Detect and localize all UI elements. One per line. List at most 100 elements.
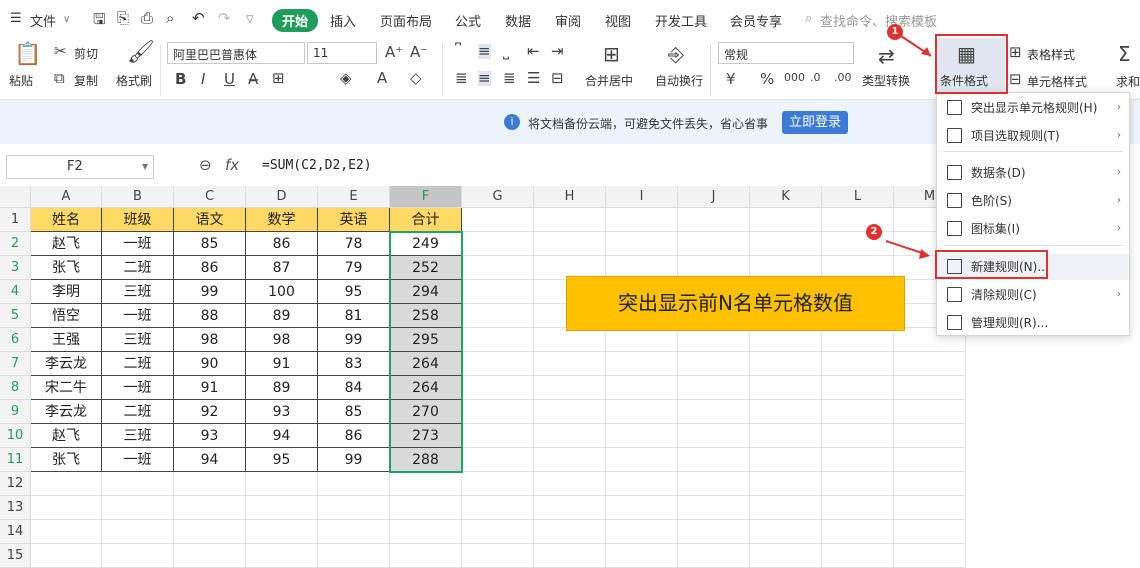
- empty-cell[interactable]: [750, 400, 822, 424]
- table-cell[interactable]: 赵飞: [31, 232, 102, 256]
- currency-icon[interactable]: ¥: [726, 72, 736, 87]
- underline-icon[interactable]: U: [224, 72, 235, 87]
- clear-icon[interactable]: ◇: [410, 71, 422, 86]
- empty-cell[interactable]: [534, 400, 606, 424]
- empty-cell[interactable]: [750, 424, 822, 448]
- row-header[interactable]: 6: [0, 328, 31, 352]
- menu-item-clear-rules[interactable]: 清除规则(C) ›: [937, 282, 1129, 308]
- tab-developer[interactable]: 开发工具: [655, 11, 707, 30]
- paste-button[interactable]: 粘贴: [9, 72, 33, 89]
- empty-cell[interactable]: [750, 496, 822, 520]
- table-cell[interactable]: 91: [246, 352, 318, 376]
- empty-cell[interactable]: [678, 472, 750, 496]
- table-cell[interactable]: 89: [246, 304, 318, 328]
- table-cell[interactable]: 249: [390, 232, 462, 256]
- hamburger-icon[interactable]: ☰: [10, 11, 22, 26]
- align-right-icon[interactable]: ≣: [503, 71, 516, 86]
- empty-cell[interactable]: [750, 520, 822, 544]
- table-cell[interactable]: 李云龙: [31, 400, 102, 424]
- align-middle-icon[interactable]: ≡: [478, 44, 491, 59]
- empty-cell[interactable]: [894, 472, 966, 496]
- table-cell[interactable]: 79: [318, 256, 390, 280]
- column-header-i[interactable]: I: [606, 186, 678, 208]
- empty-cell[interactable]: [462, 232, 534, 256]
- table-cell[interactable]: 86: [246, 232, 318, 256]
- paste-icon[interactable]: 📋: [14, 44, 41, 66]
- percent-icon[interactable]: %: [760, 72, 774, 87]
- empty-cell[interactable]: [678, 400, 750, 424]
- empty-cell[interactable]: [606, 472, 678, 496]
- empty-cell[interactable]: [174, 520, 246, 544]
- empty-cell[interactable]: [534, 520, 606, 544]
- align-top-icon[interactable]: ⎴: [455, 44, 461, 59]
- empty-cell[interactable]: [678, 376, 750, 400]
- empty-cell[interactable]: [246, 496, 318, 520]
- thousands-icon[interactable]: 000: [784, 72, 805, 83]
- table-cell[interactable]: 99: [174, 280, 246, 304]
- table-cell[interactable]: 二班: [102, 256, 174, 280]
- empty-cell[interactable]: [606, 328, 678, 352]
- empty-cell[interactable]: [894, 376, 966, 400]
- table-cell[interactable]: 94: [174, 448, 246, 472]
- row-header[interactable]: 7: [0, 352, 31, 376]
- justify-icon[interactable]: ☰: [527, 71, 540, 86]
- tab-page-layout[interactable]: 页面布局: [380, 11, 432, 30]
- empty-cell[interactable]: [534, 472, 606, 496]
- tab-formulas[interactable]: 公式: [455, 11, 481, 30]
- zoom-icon[interactable]: ⊖: [199, 156, 212, 174]
- table-cell[interactable]: 270: [390, 400, 462, 424]
- table-header-cell[interactable]: 姓名: [31, 208, 102, 232]
- empty-cell[interactable]: [462, 448, 534, 472]
- table-cell[interactable]: 悟空: [31, 304, 102, 328]
- empty-cell[interactable]: [462, 328, 534, 352]
- empty-cell[interactable]: [750, 448, 822, 472]
- table-cell[interactable]: 84: [318, 376, 390, 400]
- copy-button[interactable]: 复制: [74, 72, 98, 89]
- table-cell[interactable]: 89: [246, 376, 318, 400]
- empty-cell[interactable]: [534, 232, 606, 256]
- table-cell[interactable]: 一班: [102, 448, 174, 472]
- empty-cell[interactable]: [894, 424, 966, 448]
- format-painter-button[interactable]: 格式刷: [116, 72, 152, 89]
- empty-cell[interactable]: [822, 208, 894, 232]
- align-left-icon[interactable]: ≣: [455, 71, 468, 86]
- align-bottom-icon[interactable]: ⎵: [503, 44, 509, 59]
- table-cell[interactable]: 二班: [102, 352, 174, 376]
- font-size-select[interactable]: 11: [307, 42, 377, 64]
- table-cell[interactable]: 288: [390, 448, 462, 472]
- increase-font-icon[interactable]: A⁺: [385, 45, 403, 60]
- empty-cell[interactable]: [606, 232, 678, 256]
- table-cell[interactable]: 二班: [102, 400, 174, 424]
- table-cell[interactable]: 张飞: [31, 448, 102, 472]
- empty-cell[interactable]: [534, 448, 606, 472]
- table-cell[interactable]: 295: [390, 328, 462, 352]
- file-menu[interactable]: 文件: [30, 11, 56, 30]
- empty-cell[interactable]: [750, 472, 822, 496]
- table-cell[interactable]: 王强: [31, 328, 102, 352]
- table-cell[interactable]: 85: [174, 232, 246, 256]
- chevron-down-icon[interactable]: ∨: [63, 14, 70, 25]
- empty-cell[interactable]: [462, 472, 534, 496]
- cell-style-button[interactable]: 单元格样式: [1027, 73, 1087, 90]
- table-cell[interactable]: 三班: [102, 424, 174, 448]
- empty-cell[interactable]: [462, 376, 534, 400]
- empty-cell[interactable]: [462, 256, 534, 280]
- empty-cell[interactable]: [534, 328, 606, 352]
- redo-icon[interactable]: ↷: [218, 9, 231, 27]
- empty-cell[interactable]: [606, 352, 678, 376]
- tab-view[interactable]: 视图: [605, 11, 631, 30]
- empty-cell[interactable]: [678, 496, 750, 520]
- empty-cell[interactable]: [318, 472, 390, 496]
- empty-cell[interactable]: [678, 520, 750, 544]
- table-cell[interactable]: 88: [174, 304, 246, 328]
- type-convert-button[interactable]: 类型转换: [862, 72, 910, 89]
- table-cell[interactable]: 李明: [31, 280, 102, 304]
- quick-access-dropdown-icon[interactable]: ▽: [246, 14, 254, 25]
- table-cell[interactable]: 98: [246, 328, 318, 352]
- empty-cell[interactable]: [750, 352, 822, 376]
- row-header[interactable]: 3: [0, 256, 31, 280]
- merge-center-button[interactable]: 合并居中: [585, 72, 633, 89]
- empty-cell[interactable]: [318, 496, 390, 520]
- empty-cell[interactable]: [462, 520, 534, 544]
- menu-item-data-bars[interactable]: 数据条(D) ›: [937, 160, 1129, 186]
